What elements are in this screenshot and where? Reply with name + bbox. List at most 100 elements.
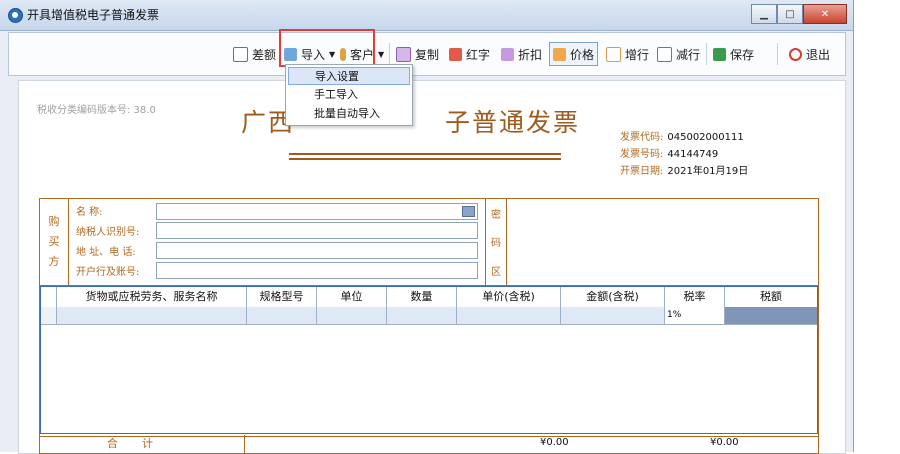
maximize-button[interactable]: □	[777, 4, 803, 24]
add-row-icon	[606, 46, 621, 62]
invoice-number: 发票号码: 44144749	[620, 145, 718, 160]
version-label: 税收分类编码版本号: 38.0	[37, 105, 156, 116]
total-row: 合计 ¥0.00 ¥0.00	[39, 435, 819, 454]
total-tax: ¥0.00	[710, 437, 739, 448]
cell-tax[interactable]	[725, 307, 817, 324]
buyer-bank-label: 开户行及账号:	[76, 267, 140, 278]
invoice-date-label: 开票日期:	[620, 166, 664, 177]
invoice-date: 开票日期: 2021年01月19日	[620, 162, 748, 177]
menu-item-manual-import[interactable]: 手工导入	[288, 86, 410, 104]
col-tax: 税额	[760, 290, 782, 303]
price-icon	[553, 47, 566, 61]
menu-item-batch-import[interactable]: 批量自动导入	[288, 105, 410, 123]
table-header: 货物或应税劳务、服务名称 规格型号 单位 数量 单价(含税) 金额(含税) 税率…	[41, 287, 817, 308]
total-amount: ¥0.00	[540, 437, 569, 448]
invoice-code: 发票代码: 045002000111	[620, 128, 744, 143]
cipher-label-char: 区	[491, 267, 501, 279]
invoice-number-label: 发票号码:	[620, 149, 664, 160]
app-icon	[8, 8, 23, 23]
title-underline	[289, 158, 561, 160]
red-invoice-icon	[449, 47, 462, 61]
delete-row-icon	[657, 46, 672, 62]
buyer-name-input[interactable]	[156, 203, 478, 220]
add-row-button[interactable]: 增行	[606, 44, 649, 64]
buyer-label: 购 买 方	[40, 199, 69, 285]
import-dropdown-menu: 导入设置 手工导入 批量自动导入	[285, 64, 413, 126]
invoice-code-value: 045002000111	[667, 132, 744, 143]
buyer-address-input[interactable]	[156, 242, 478, 259]
title-bar: 开具增值税电子普通发票 ▁ □ ✕	[0, 0, 853, 31]
buyer-taxid-label: 纳税人识别号:	[76, 227, 140, 238]
chevron-down-icon[interactable]: ▼	[378, 50, 384, 59]
row-selector-header	[41, 287, 57, 307]
copy-button[interactable]: 复制	[396, 44, 439, 64]
table-row[interactable]: 1%	[41, 307, 817, 325]
toolbar-separator	[389, 43, 390, 65]
save-icon	[713, 47, 726, 61]
diff-button[interactable]: 差额	[233, 44, 276, 64]
invoice-code-label: 发票代码:	[620, 132, 664, 143]
save-button[interactable]: 保存	[713, 44, 754, 64]
add-row-label: 增行	[625, 47, 650, 62]
discount-label: 折扣	[518, 47, 543, 62]
buyer-label-char: 方	[48, 255, 60, 268]
invoice-number-value: 44144749	[667, 149, 719, 160]
red-invoice-button[interactable]: 红字	[449, 44, 490, 64]
window-title: 开具增值税电子普通发票	[27, 8, 160, 22]
toolbar: 差额 导入 ▼ 客户 ▼ 复制 红字 折扣 价格 增行 减行 保存 退出	[8, 32, 846, 76]
exit-label: 退出	[806, 47, 831, 62]
save-label: 保存	[730, 47, 755, 62]
invoice-date-value: 2021年01月19日	[667, 166, 749, 177]
cell-amount[interactable]	[561, 307, 665, 324]
col-qty: 数量	[387, 287, 457, 307]
buyer-label-char: 购	[48, 215, 60, 228]
diff-label: 差额	[252, 47, 277, 62]
cell-tax-rate[interactable]: 1%	[665, 307, 725, 324]
price-button[interactable]: 价格	[549, 42, 599, 66]
buyer-label-char: 买	[48, 235, 60, 248]
invoice-window: 开具增值税电子普通发票 ▁ □ ✕ 差额 导入 ▼ 客户 ▼ 复制 红字 折扣 …	[0, 0, 854, 454]
cipher-label-char: 码	[491, 238, 501, 250]
delete-row-button[interactable]: 减行	[657, 44, 700, 64]
list-icon[interactable]	[462, 206, 475, 217]
copy-label: 复制	[415, 47, 440, 62]
copy-icon	[396, 46, 411, 62]
diff-icon	[233, 46, 248, 62]
minimize-button[interactable]: ▁	[751, 4, 777, 24]
items-table: 货物或应税劳务、服务名称 规格型号 单位 数量 单价(含税) 金额(含税) 税率…	[39, 285, 819, 437]
import-highlight-box	[279, 29, 375, 67]
cell-qty[interactable]	[387, 307, 457, 324]
red-invoice-label: 红字	[466, 47, 491, 62]
invoice-title-right: 子普通发票	[445, 108, 581, 137]
price-label: 价格	[570, 47, 595, 62]
discount-icon	[501, 47, 514, 61]
col-amount: 金额(含税)	[561, 287, 665, 307]
buyer-name-label: 名 称:	[76, 207, 103, 218]
total-label: 合计	[40, 435, 245, 453]
invoice-paper: 税收分类编码版本号: 38.0 广西 子普通发票 发票代码: 04500200011…	[18, 80, 846, 454]
toolbar-separator	[777, 43, 778, 65]
power-icon	[789, 47, 802, 61]
cipher-label-char: 密	[491, 209, 501, 221]
col-spec: 规格型号	[247, 287, 317, 307]
row-selector[interactable]	[41, 307, 57, 324]
title-underline	[289, 153, 561, 155]
buyer-bank-input[interactable]	[156, 262, 478, 279]
col-unit-price: 单价(含税)	[457, 287, 561, 307]
menu-item-import-settings[interactable]: 导入设置	[288, 67, 410, 85]
exit-button[interactable]: 退出	[789, 44, 830, 64]
delete-row-label: 减行	[676, 47, 701, 62]
cell-unit-price[interactable]	[457, 307, 561, 324]
cell-unit[interactable]	[317, 307, 387, 324]
buyer-taxid-input[interactable]	[156, 222, 478, 239]
cipher-area-label: 密 码 区	[485, 199, 507, 285]
discount-button[interactable]: 折扣	[501, 44, 542, 64]
col-item-name: 货物或应税劳务、服务名称	[57, 287, 247, 307]
items-grid: 货物或应税劳务、服务名称 规格型号 单位 数量 单价(含税) 金额(含税) 税率…	[40, 286, 818, 434]
close-button[interactable]: ✕	[803, 4, 847, 24]
cell-spec[interactable]	[247, 307, 317, 324]
cell-item-name[interactable]	[57, 307, 247, 324]
buyer-section: 购 买 方 名 称: 纳税人识别号: 地 址、电 话: 开户行及账号: 密 码 …	[39, 198, 819, 286]
col-unit: 单位	[317, 287, 387, 307]
buyer-address-label: 地 址、电 话:	[76, 247, 136, 258]
